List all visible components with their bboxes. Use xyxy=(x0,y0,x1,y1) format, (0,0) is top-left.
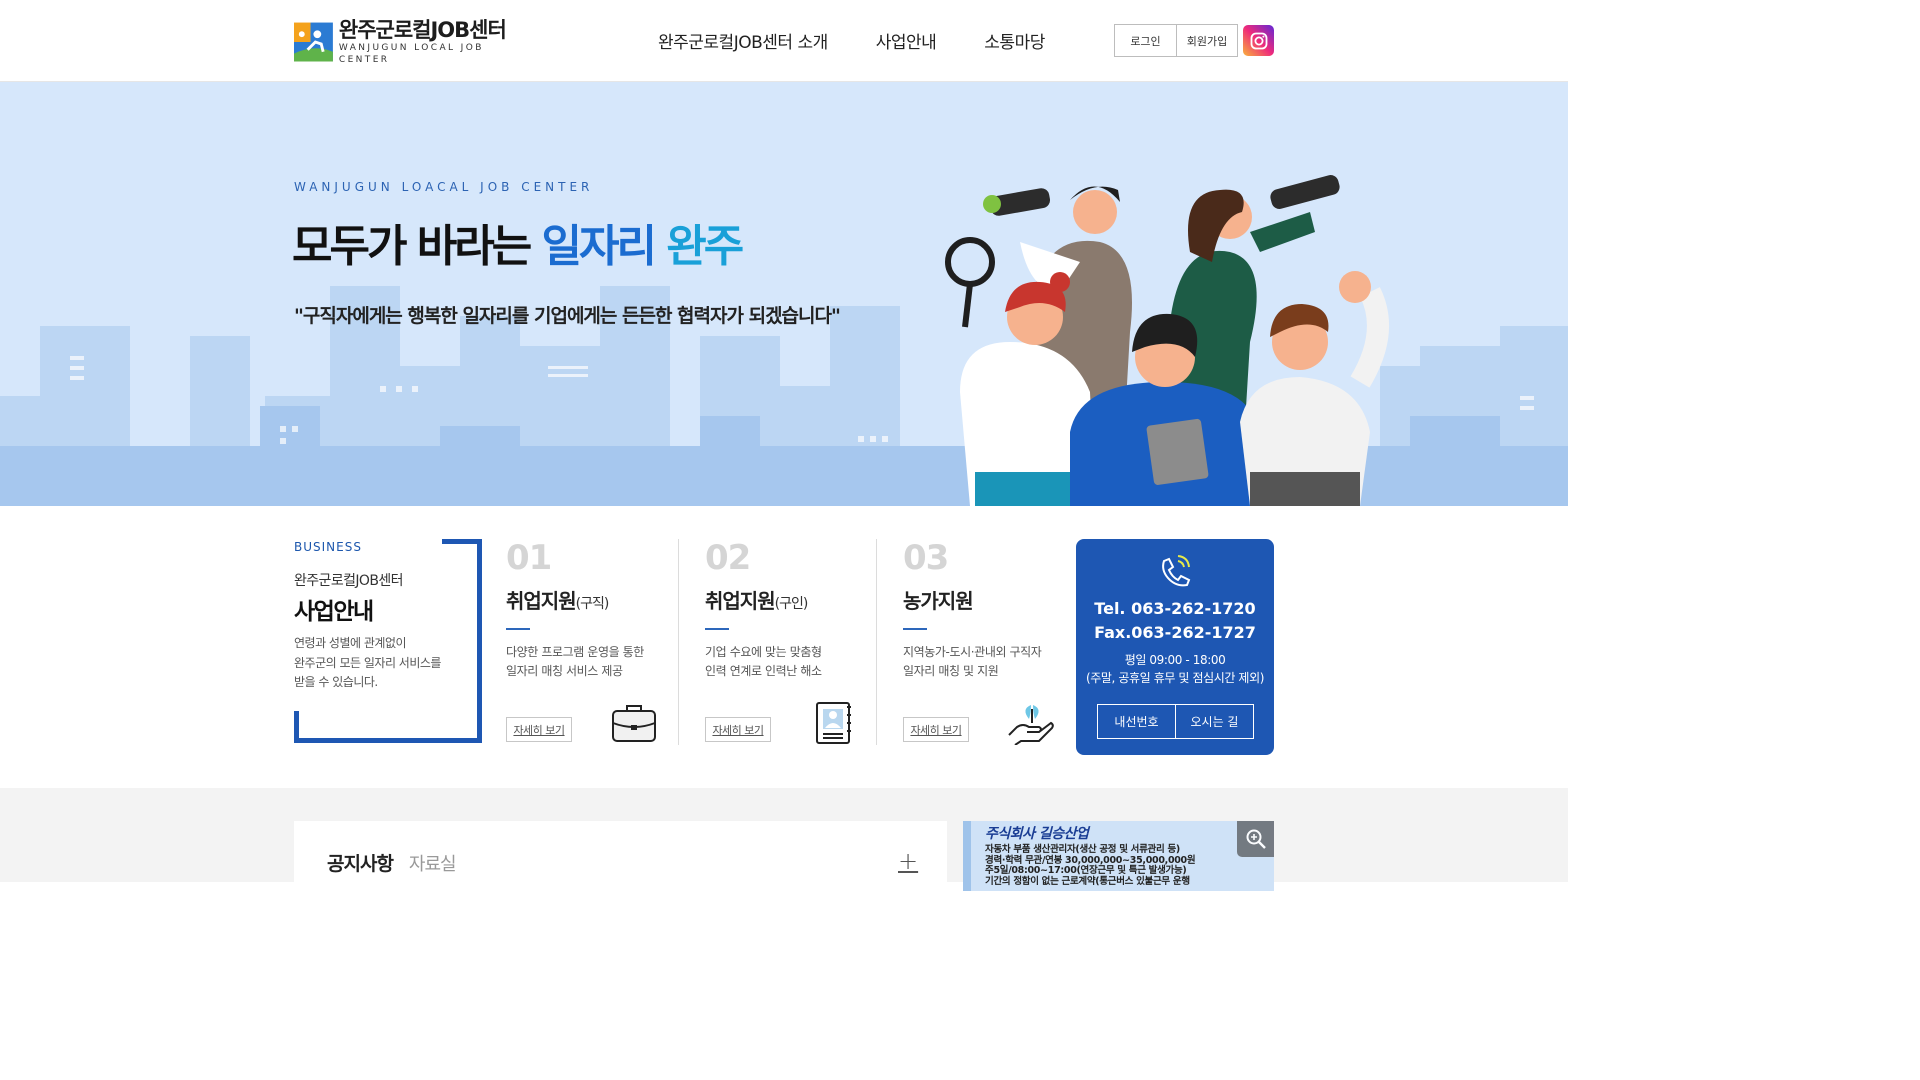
card-divider xyxy=(506,628,530,630)
briefcase-icon xyxy=(612,705,656,742)
office-hours-note: (주말, 공휴일 휴무 및 점심시간 제외) xyxy=(1085,671,1264,685)
card-title: 취업지원(구인) xyxy=(705,585,876,614)
card-number: 01 xyxy=(506,538,552,578)
business-description: 연령과 성별에 관계없이 완주군의 모든 일자리 서비스를 받을 수 있습니다. xyxy=(294,634,469,693)
instagram-icon[interactable] xyxy=(1243,25,1274,56)
service-card-job-seeker[interactable]: 01 취업지원(구직) 다양한 프로그램 운영을 통한 일자리 매칭 서비스 제… xyxy=(480,539,678,745)
nav-item-community[interactable]: 소통마당 xyxy=(984,28,1045,53)
card-desc-line: 일자리 매칭 및 지원 xyxy=(903,664,999,678)
card-title-sub: (구인) xyxy=(774,596,809,612)
instagram-glyph-icon xyxy=(1250,32,1267,49)
fax-number: Fax.063-262-1727 xyxy=(1094,623,1256,642)
contact-phone-numbers: Tel. 063-262-1720 Fax.063-262-1727 xyxy=(1076,597,1274,645)
card-title-sub: (구직) xyxy=(575,596,610,612)
hero-title-highlight2: 완주 xyxy=(666,221,744,272)
hero-quote: "구직자에게는 행복한 일자리를 기업에게는 든든한 협력자가 되겠습니다" xyxy=(294,305,841,327)
card-title-text: 취업지원 xyxy=(506,589,577,613)
logo-subtitle: WANJUGUN LOCAL JOB CENTER xyxy=(338,43,484,65)
business-desc-line: 받을 수 있습니다. xyxy=(294,675,378,689)
hero-title-highlight: 일자리 xyxy=(541,221,667,272)
logo-mark-icon xyxy=(294,22,333,62)
job-seekers-illustration xyxy=(945,175,1389,506)
office-hours-time: 평일 09:00 - 18:00 xyxy=(1124,653,1226,667)
card-number: 03 xyxy=(903,538,949,578)
card-title-text: 농가지원 xyxy=(903,589,974,613)
board-more-icon[interactable]: + xyxy=(898,847,918,875)
job-posting-line: 자동차 부품 생산관리자(생산 공정 및 서류관리 등) xyxy=(985,844,1180,855)
auth-links: 로그인 회원가입 xyxy=(1114,24,1238,57)
card-desc-line: 다양한 프로그램 운영을 통한 xyxy=(506,645,644,659)
site-logo[interactable]: 완주군로컬JOB센터 WANJUGUN LOCAL JOB CENTER xyxy=(294,18,534,65)
tab-notice[interactable]: 공지사항 xyxy=(327,849,394,876)
notice-board: 공지사항 자료실 + xyxy=(294,821,947,891)
card-more-button[interactable]: 자세히 보기 xyxy=(903,717,969,742)
card-title: 농가지원 xyxy=(903,585,1074,614)
zoom-in-button[interactable] xyxy=(1237,821,1274,857)
board-section: 공지사항 자료실 + 주식회사 길승산업 자동차 부품 생산관리자(생산 공정 … xyxy=(0,788,1568,891)
job-posting-line: 주5일/08:00~17:00(연장근무 및 특근 발생가능) xyxy=(985,865,1187,876)
card-desc-line: 일자리 매칭 서비스 제공 xyxy=(506,664,623,678)
card-divider xyxy=(705,628,729,630)
hand-plant-icon xyxy=(1008,705,1054,745)
phone-icon xyxy=(1162,555,1191,587)
job-posting-company: 주식회사 길승산업 xyxy=(985,826,1089,842)
tel-number: Tel. 063-262-1720 xyxy=(1094,599,1256,618)
card-title-text: 취업지원 xyxy=(705,589,776,613)
business-eyebrow: BUSINESS xyxy=(294,540,362,554)
card-description: 지역농가-도시·관내외 구직자 일자리 매칭 및 지원 xyxy=(903,643,1055,681)
board-tabs: 공지사항 자료실 xyxy=(327,849,457,876)
business-subtitle: 완주군로컬JOB센터 xyxy=(294,573,404,589)
card-number: 02 xyxy=(705,538,751,578)
office-hours: 평일 09:00 - 18:00 (주말, 공휴일 휴무 및 점심시간 제외) xyxy=(1076,651,1274,687)
directions-button[interactable]: 오시는 길 xyxy=(1175,705,1253,738)
main-nav: 완주군로컬JOB센터 소개 사업안내 소통마당 xyxy=(658,28,1093,53)
nav-item-about[interactable]: 완주군로컬JOB센터 소개 xyxy=(658,28,828,53)
contact-buttons: 내선번호 오시는 길 xyxy=(1097,704,1254,739)
card-more-button[interactable]: 자세히 보기 xyxy=(506,717,572,742)
zoom-in-icon xyxy=(1246,829,1266,849)
nav-item-business[interactable]: 사업안내 xyxy=(876,28,937,53)
business-desc-line: 연령과 성별에 관계없이 xyxy=(294,636,407,650)
card-description: 기업 수요에 맞는 맞춤형 인력 연계로 인력난 해소 xyxy=(705,643,857,681)
card-divider xyxy=(903,628,927,630)
service-card-farm[interactable]: 03 농가지원 지역농가-도시·관내외 구직자 일자리 매칭 및 지원 자세히 … xyxy=(876,539,1074,745)
business-desc-line: 완주군의 모든 일자리 서비스를 xyxy=(294,655,441,670)
job-posting-details: 자동차 부품 생산관리자(생산 공정 및 서류관리 등) 경력·학력 무관/연봉… xyxy=(985,844,1225,887)
card-more-button[interactable]: 자세히 보기 xyxy=(705,717,771,742)
card-desc-line: 기업 수요에 맞는 맞춤형 xyxy=(705,645,822,659)
site-header: 완주군로컬JOB센터 WANJUGUN LOCAL JOB CENTER 완주군… xyxy=(0,0,1568,82)
hero-eyebrow: WANJUGUN LOACAL JOB CENTER xyxy=(294,180,594,194)
logo-title: 완주군로컬JOB센터 xyxy=(338,18,507,42)
business-intro: BUSINESS 완주군로컬JOB센터 사업안내 연령과 성별에 관계없이 완주… xyxy=(294,539,482,743)
signup-button[interactable]: 회원가입 xyxy=(1176,25,1237,56)
card-title: 취업지원(구직) xyxy=(506,585,678,614)
card-desc-line: 인력 연계로 인력난 해소 xyxy=(705,664,822,678)
service-card-employer[interactable]: 02 취업지원(구인) 기업 수요에 맞는 맞춤형 인력 연계로 인력난 해소 … xyxy=(678,539,876,745)
tab-archive[interactable]: 자료실 xyxy=(409,850,457,876)
hero-title: 모두가 바라는 일자리 완주 xyxy=(292,210,744,274)
hero-banner: WANJUGUN LOACAL JOB CENTER 모두가 바라는 일자리 완… xyxy=(0,82,1568,506)
card-desc-line: 지역농가-도시·관내외 구직자 xyxy=(903,645,1042,659)
job-posting-line: 기간의 정함이 없는 근로계약(통근버스 있불근무 운행 xyxy=(985,875,1190,887)
hero-title-plain: 모두가 바라는 xyxy=(292,221,542,272)
contact-box: Tel. 063-262-1720 Fax.063-262-1727 평일 09… xyxy=(1076,539,1274,755)
job-posting-banner[interactable]: 주식회사 길승산업 자동차 부품 생산관리자(생산 공정 및 서류관리 등) 경… xyxy=(963,821,1274,891)
extension-button[interactable]: 내선번호 xyxy=(1098,705,1175,738)
card-description: 다양한 프로그램 운영을 통한 일자리 매칭 서비스 제공 xyxy=(506,643,658,681)
business-title: 사업안내 xyxy=(294,599,374,625)
login-button[interactable]: 로그인 xyxy=(1115,25,1176,56)
resume-icon xyxy=(816,702,851,744)
business-section: BUSINESS 완주군로컬JOB센터 사업안내 연령과 성별에 관계없이 완주… xyxy=(0,506,1568,788)
